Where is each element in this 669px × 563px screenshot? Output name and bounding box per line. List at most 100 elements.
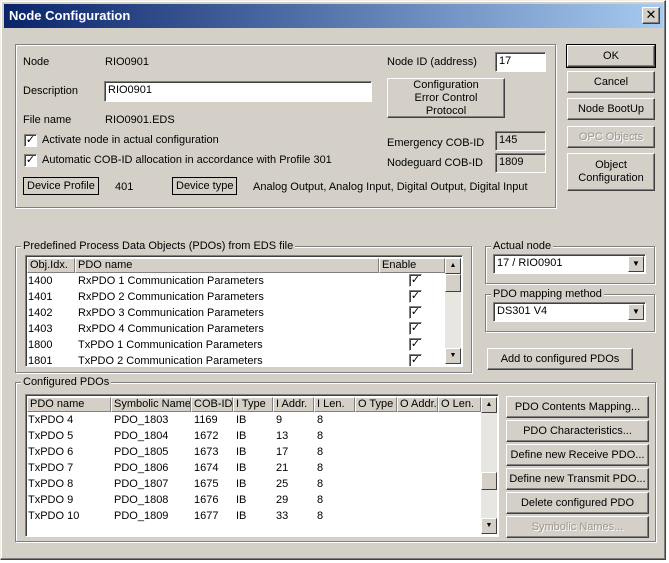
symbolic-name-cell: PDO_1806 bbox=[114, 462, 169, 474]
pdo-mapping-select[interactable]: DS301 V4 ▼ bbox=[493, 302, 646, 322]
table-row[interactable]: TxPDO 8 PDO_1807 1675 IB 25 8 bbox=[28, 476, 480, 492]
cob-id-cell: 1676 bbox=[194, 494, 219, 506]
obj-idx-cell: 1403 bbox=[28, 323, 53, 335]
i-len-cell: 8 bbox=[317, 494, 324, 506]
scroll-up-icon[interactable]: ▲ bbox=[481, 397, 497, 413]
column-header-o-len[interactable]: O Len. bbox=[438, 397, 481, 412]
symbolic-names-button[interactable]: Symbolic Names... bbox=[506, 516, 649, 538]
ok-button[interactable]: OK bbox=[566, 44, 656, 68]
scroll-down-icon[interactable]: ▼ bbox=[481, 518, 497, 534]
i-type-cell: IB bbox=[236, 478, 247, 490]
delete-configured-pdo-button[interactable]: Delete configured PDO bbox=[506, 492, 649, 514]
list-item[interactable]: 1400 RxPDO 1 Communication Parameters ✓ bbox=[28, 273, 444, 289]
configuration-error-control-protocol-button[interactable]: Configuration Error Control Protocol bbox=[387, 78, 505, 118]
close-button[interactable]: ✕ bbox=[642, 7, 660, 24]
table-row[interactable]: TxPDO 10 PDO_1809 1677 IB 33 8 bbox=[28, 508, 480, 524]
actual-node-select[interactable]: 17 / RIO0901 ▼ bbox=[493, 254, 646, 274]
i-len-cell: 8 bbox=[317, 462, 324, 474]
add-to-configured-pdos-button[interactable]: Add to configured PDOs bbox=[487, 348, 633, 370]
define-new-transmit-pdo-button[interactable]: Define new Transmit PDO... bbox=[506, 468, 649, 490]
scroll-down-icon[interactable]: ▼ bbox=[445, 348, 461, 364]
scroll-up-icon[interactable]: ▲ bbox=[445, 258, 461, 274]
column-header-symbolic-name[interactable]: Symbolic Name bbox=[111, 397, 191, 412]
symbolic-name-cell: PDO_1804 bbox=[114, 430, 169, 442]
column-header-i-len[interactable]: I Len. bbox=[314, 397, 355, 412]
cob-id-cell: 1672 bbox=[194, 430, 219, 442]
cob-id-cell: 1169 bbox=[194, 414, 218, 426]
device-profile-value: 401 bbox=[115, 181, 134, 193]
scroll-thumb[interactable] bbox=[445, 274, 461, 292]
table-row[interactable]: TxPDO 4 PDO_1803 1169 IB 9 8 bbox=[28, 412, 480, 428]
pdo-name-cell: RxPDO 2 Communication Parameters bbox=[78, 291, 264, 303]
column-header-enable[interactable]: Enable bbox=[379, 258, 445, 273]
chevron-down-icon[interactable]: ▼ bbox=[628, 256, 644, 272]
column-header-pdo-name[interactable]: PDO name bbox=[75, 258, 379, 273]
configured-pdo-scrollbar[interactable]: ▲ ▼ bbox=[481, 397, 497, 534]
cob-id-cell: 1674 bbox=[194, 462, 219, 474]
node-id-input[interactable]: 17 bbox=[495, 52, 546, 72]
pdo-name-cell: TxPDO 1 Communication Parameters bbox=[78, 339, 263, 351]
enable-checkbox[interactable]: ✓ bbox=[409, 290, 422, 303]
node-value: RIO0901 bbox=[105, 56, 150, 68]
obj-idx-cell: 1402 bbox=[28, 307, 53, 319]
symbolic-name-cell: PDO_1809 bbox=[114, 510, 169, 522]
symbolic-name-cell: PDO_1803 bbox=[114, 414, 169, 426]
pdo-contents-mapping-button[interactable]: PDO Contents Mapping... bbox=[506, 396, 649, 418]
column-header-cob-id[interactable]: COB-ID bbox=[191, 397, 233, 412]
list-item[interactable]: 1403 RxPDO 4 Communication Parameters ✓ bbox=[28, 321, 444, 337]
auto-cob-id-label: Automatic COB-ID allocation in accordanc… bbox=[42, 154, 332, 166]
obj-idx-cell: 1801 bbox=[28, 355, 53, 367]
pdo-characteristics-button[interactable]: PDO Characteristics... bbox=[506, 420, 649, 442]
table-row[interactable]: TxPDO 9 PDO_1808 1676 IB 29 8 bbox=[28, 492, 480, 508]
opc-objects-button[interactable]: OPC Objects bbox=[567, 126, 655, 148]
column-header-i-type[interactable]: I Type bbox=[233, 397, 273, 412]
table-row[interactable]: TxPDO 5 PDO_1804 1672 IB 13 8 bbox=[28, 428, 480, 444]
node-bootup-button[interactable]: Node BootUp bbox=[567, 98, 655, 120]
node-label: Node bbox=[23, 56, 50, 68]
enable-checkbox[interactable]: ✓ bbox=[409, 338, 422, 351]
cob-id-cell: 1675 bbox=[194, 478, 219, 490]
enable-checkbox[interactable]: ✓ bbox=[409, 322, 422, 335]
configured-pdo-table[interactable]: PDO name Symbolic Name COB-ID I Type I A… bbox=[25, 394, 499, 537]
predefined-pdo-scrollbar[interactable]: ▲ ▼ bbox=[445, 258, 461, 364]
i-type-cell: IB bbox=[236, 494, 247, 506]
enable-checkbox[interactable]: ✓ bbox=[409, 354, 422, 366]
predefined-pdo-list[interactable]: Obj.Idx. PDO name Enable 1400 RxPDO 1 Com… bbox=[25, 255, 463, 367]
predefined-pdo-header: Obj.Idx. PDO name Enable bbox=[27, 258, 445, 273]
pdo-mapping-label: PDO mapping method bbox=[491, 288, 604, 300]
cancel-button[interactable]: Cancel bbox=[567, 71, 655, 93]
table-row[interactable]: TxPDO 7 PDO_1806 1674 IB 21 8 bbox=[28, 460, 480, 476]
column-header-o-addr[interactable]: O Addr. bbox=[397, 397, 438, 412]
emergency-cob-id-label: Emergency COB-ID bbox=[387, 137, 485, 149]
i-addr-cell: 17 bbox=[276, 446, 289, 458]
table-row[interactable]: TxPDO 6 PDO_1805 1673 IB 17 8 bbox=[28, 444, 480, 460]
column-header-i-addr[interactable]: I Addr. bbox=[273, 397, 314, 412]
enable-checkbox[interactable]: ✓ bbox=[409, 274, 422, 287]
activate-node-checkbox[interactable]: ✓ bbox=[24, 134, 37, 147]
column-header-o-type[interactable]: O Type bbox=[355, 397, 397, 412]
list-item[interactable]: 1401 RxPDO 2 Communication Parameters ✓ bbox=[28, 289, 444, 305]
list-item[interactable]: 1800 TxPDO 1 Communication Parameters ✓ bbox=[28, 337, 444, 353]
list-item[interactable]: 1402 RxPDO 3 Communication Parameters ✓ bbox=[28, 305, 444, 321]
i-addr-cell: 21 bbox=[276, 462, 289, 474]
obj-idx-cell: 1800 bbox=[28, 339, 53, 351]
title-bar[interactable]: Node Configuration ✕ bbox=[4, 4, 663, 28]
i-len-cell: 8 bbox=[317, 446, 324, 458]
chevron-down-icon[interactable]: ▼ bbox=[628, 304, 644, 320]
symbolic-name-cell: PDO_1805 bbox=[114, 446, 169, 458]
i-type-cell: IB bbox=[236, 414, 247, 426]
column-header-obj-idx[interactable]: Obj.Idx. bbox=[27, 258, 75, 273]
list-item[interactable]: 1801 TxPDO 2 Communication Parameters ✓ bbox=[28, 353, 444, 367]
i-addr-cell: 33 bbox=[276, 510, 289, 522]
i-len-cell: 8 bbox=[317, 430, 324, 442]
enable-checkbox[interactable]: ✓ bbox=[409, 306, 422, 319]
pdo-name-cell: TxPDO 6 bbox=[28, 446, 74, 458]
column-header-pdo-name[interactable]: PDO name bbox=[27, 397, 111, 412]
pdo-name-cell: TxPDO 8 bbox=[28, 478, 74, 490]
description-input[interactable]: RIO0901 bbox=[104, 81, 372, 102]
define-new-receive-pdo-button[interactable]: Define new Receive PDO... bbox=[506, 444, 649, 466]
object-configuration-button[interactable]: Object Configuration bbox=[567, 153, 655, 191]
scroll-thumb[interactable] bbox=[481, 472, 497, 490]
pdo-name-cell: RxPDO 3 Communication Parameters bbox=[78, 307, 264, 319]
auto-cob-id-checkbox[interactable]: ✓ bbox=[24, 154, 37, 167]
